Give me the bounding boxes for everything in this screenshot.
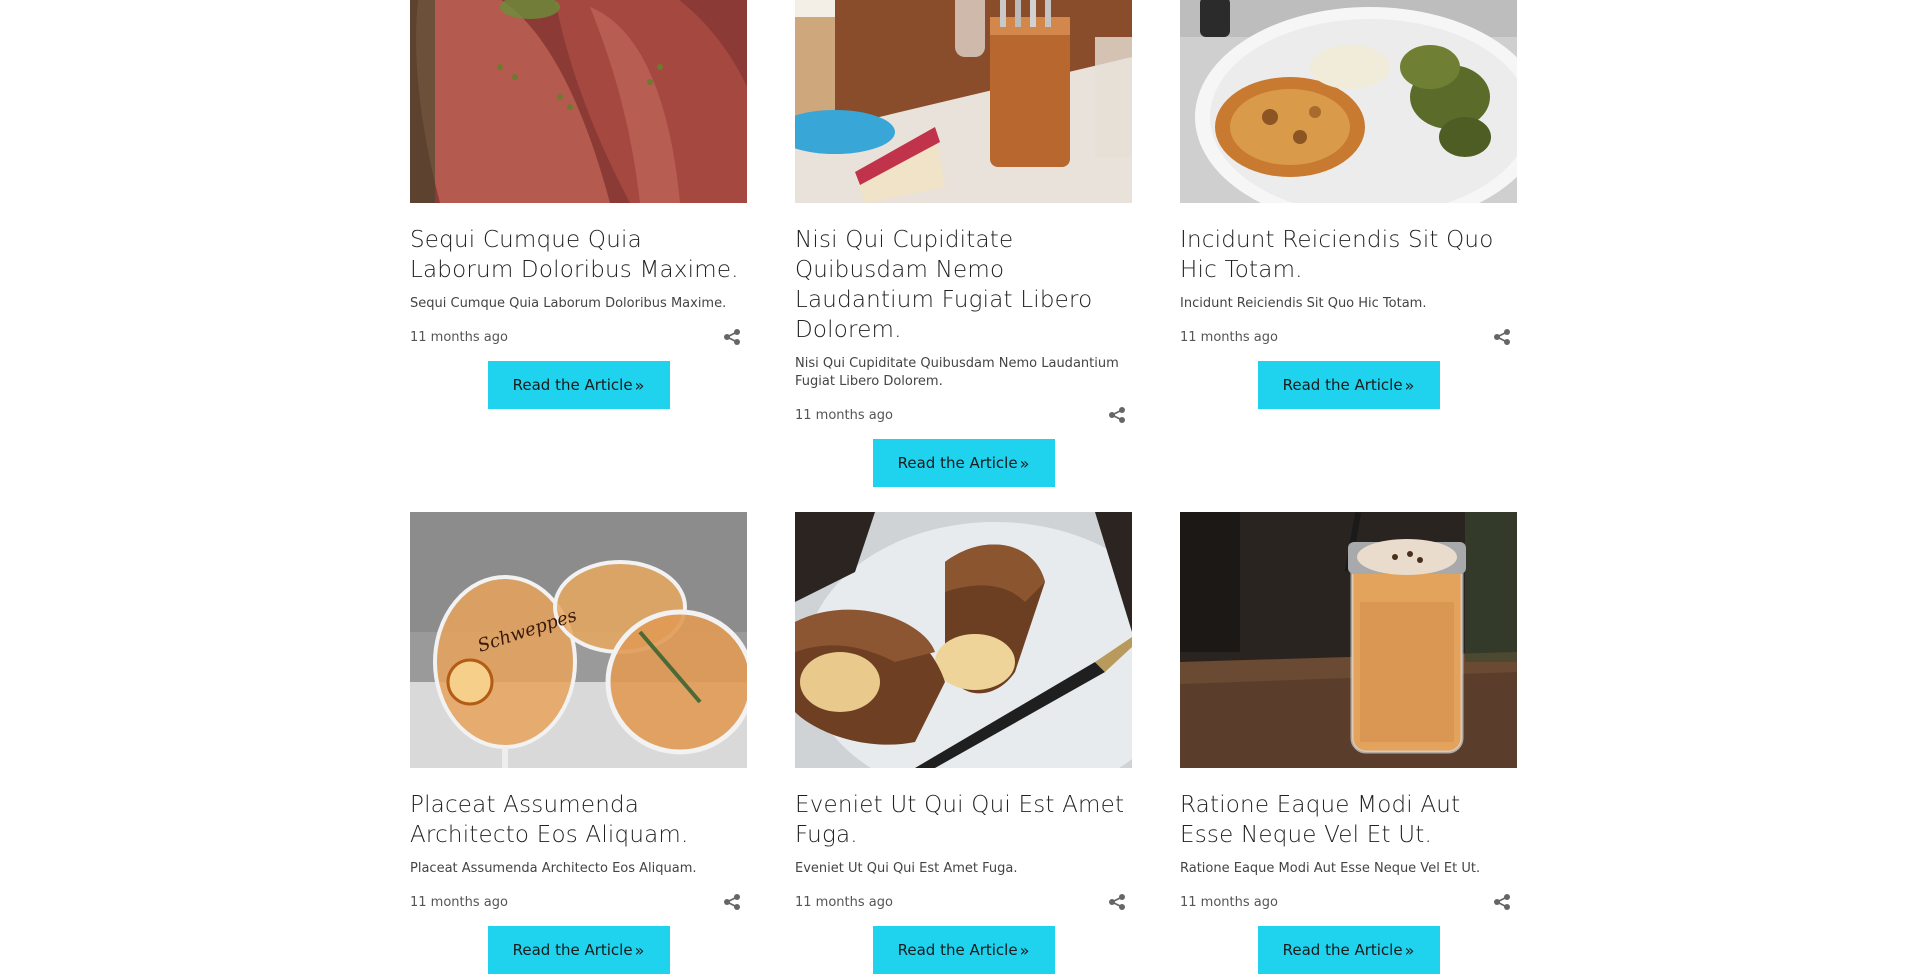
article-date: 11 months ago (410, 329, 508, 345)
article-meta: 11 months ago (1180, 327, 1517, 347)
double-chevron-right-icon: » (1404, 375, 1415, 395)
article-title[interactable]: Sequi Cumque Quia Laborum Doloribus Maxi… (410, 225, 747, 285)
double-chevron-right-icon: » (1404, 940, 1415, 960)
article-title[interactable]: Ratione Eaque Modi Aut Esse Neque Vel Et… (1180, 790, 1517, 850)
article-excerpt: Eveniet Ut Qui Qui Est Amet Fuga. (795, 861, 1018, 876)
article-meta: 11 months ago (795, 892, 1132, 912)
read-article-button[interactable]: Read the Article» (1257, 926, 1440, 974)
read-article-label: Read the Article (1282, 376, 1403, 394)
double-chevron-right-icon: » (1019, 453, 1030, 473)
article-card: Sequi Cumque Quia Laborum Doloribus Maxi… (410, 0, 747, 487)
article-title[interactable]: Nisi Qui Cupiditate Quibusdam Nemo Lauda… (795, 225, 1132, 345)
article-excerpt: Nisi Qui Cupiditate Quibusdam Nemo Lauda… (795, 356, 1119, 389)
article-card: Ratione Eaque Modi Aut Esse Neque Vel Et… (1180, 512, 1517, 974)
read-article-button[interactable]: Read the Article» (487, 361, 670, 409)
article-grid-row-1: Sequi Cumque Quia Laborum Doloribus Maxi… (410, 0, 1520, 487)
article-excerpt: Ratione Eaque Modi Aut Esse Neque Vel Et… (1180, 861, 1481, 876)
article-grid-row-2: Schweppes Placeat Assumenda Architecto E… (410, 512, 1520, 974)
double-chevron-right-icon: » (634, 375, 645, 395)
article-card: Incidunt Reiciendis Sit Quo Hic Totam. I… (1180, 0, 1517, 487)
article-meta: 11 months ago (410, 327, 747, 347)
article-date: 11 months ago (1180, 329, 1278, 345)
read-article-label: Read the Article (897, 454, 1018, 472)
read-article-button[interactable]: Read the Article» (487, 926, 670, 974)
article-image[interactable] (795, 0, 1132, 203)
article-date: 11 months ago (795, 407, 893, 423)
article-meta: 11 months ago (410, 892, 747, 912)
article-image[interactable] (1180, 512, 1517, 768)
read-article-button[interactable]: Read the Article» (872, 439, 1055, 487)
article-excerpt: Incidunt Reiciendis Sit Quo Hic Totam. (1180, 296, 1427, 311)
article-title[interactable]: Placeat Assumenda Architecto Eos Aliquam… (410, 790, 747, 850)
article-image[interactable] (795, 512, 1132, 768)
article-card: Schweppes Placeat Assumenda Architecto E… (410, 512, 747, 974)
read-article-label: Read the Article (512, 376, 633, 394)
article-image[interactable]: Schweppes (410, 512, 747, 768)
article-excerpt: Sequi Cumque Quia Laborum Doloribus Maxi… (410, 296, 727, 311)
share-icon[interactable] (723, 328, 741, 346)
double-chevron-right-icon: » (634, 940, 645, 960)
article-title[interactable]: Eveniet Ut Qui Qui Est Amet Fuga. (795, 790, 1132, 850)
read-article-button[interactable]: Read the Article» (872, 926, 1055, 974)
share-icon[interactable] (1108, 406, 1126, 424)
double-chevron-right-icon: » (1019, 940, 1030, 960)
article-meta: 11 months ago (1180, 892, 1517, 912)
article-card: Eveniet Ut Qui Qui Est Amet Fuga. Evenie… (795, 512, 1132, 974)
read-article-label: Read the Article (512, 941, 633, 959)
share-icon[interactable] (723, 893, 741, 911)
share-icon[interactable] (1493, 893, 1511, 911)
read-article-button[interactable]: Read the Article» (1257, 361, 1440, 409)
article-date: 11 months ago (795, 894, 893, 910)
article-date: 11 months ago (410, 894, 508, 910)
article-image[interactable] (410, 0, 747, 203)
share-icon[interactable] (1493, 328, 1511, 346)
read-article-label: Read the Article (1282, 941, 1403, 959)
article-excerpt: Placeat Assumenda Architecto Eos Aliquam… (410, 861, 697, 876)
article-title[interactable]: Incidunt Reiciendis Sit Quo Hic Totam. (1180, 225, 1517, 285)
read-article-label: Read the Article (897, 941, 1018, 959)
article-card: Nisi Qui Cupiditate Quibusdam Nemo Lauda… (795, 0, 1132, 487)
share-icon[interactable] (1108, 893, 1126, 911)
article-date: 11 months ago (1180, 894, 1278, 910)
article-image[interactable] (1180, 0, 1517, 203)
article-meta: 11 months ago (795, 405, 1132, 425)
